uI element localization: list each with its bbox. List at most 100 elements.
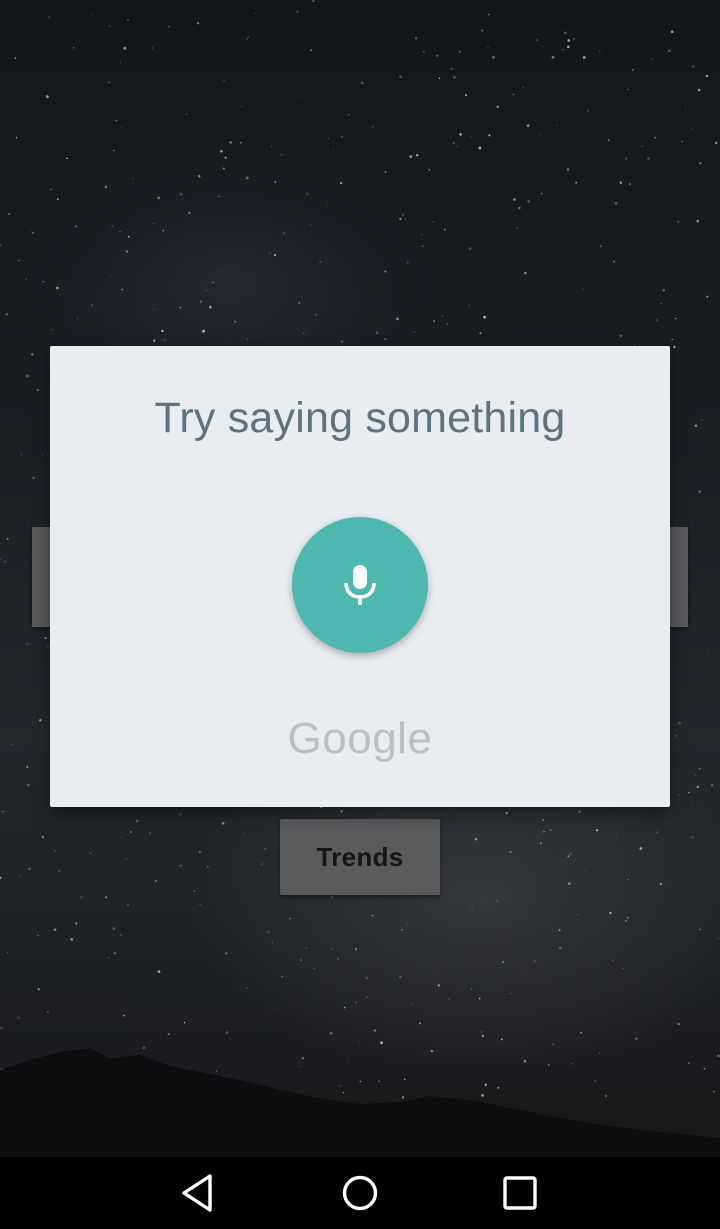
star [48, 16, 50, 18]
star [326, 201, 328, 203]
star [298, 302, 301, 304]
star [464, 93, 468, 97]
star [169, 944, 171, 946]
star [152, 223, 154, 225]
star [539, 134, 541, 136]
star [241, 105, 243, 107]
star [715, 141, 718, 145]
star [705, 74, 709, 78]
star [599, 50, 601, 52]
star [562, 49, 564, 51]
star [677, 220, 680, 224]
star [313, 968, 315, 970]
star [452, 141, 455, 144]
star [135, 819, 139, 823]
star [518, 206, 521, 210]
star [179, 812, 182, 816]
star [656, 831, 659, 834]
star [632, 69, 634, 71]
star [179, 864, 182, 867]
star [2, 810, 4, 813]
star [498, 93, 500, 95]
star [501, 960, 505, 964]
star [163, 339, 166, 342]
star [616, 837, 618, 839]
star [634, 343, 636, 346]
star [269, 252, 271, 254]
star [340, 182, 343, 185]
star [198, 175, 201, 178]
star [587, 110, 589, 112]
star [655, 319, 658, 322]
star [578, 810, 581, 813]
star [699, 928, 701, 931]
star [567, 45, 570, 49]
star [509, 992, 511, 994]
star [540, 842, 542, 844]
star [199, 903, 202, 906]
star [341, 340, 344, 343]
star [699, 162, 702, 165]
star [207, 866, 209, 868]
star [697, 88, 701, 92]
star [123, 46, 127, 50]
back-button[interactable] [178, 1171, 222, 1215]
star [281, 975, 284, 978]
star [660, 303, 662, 305]
star [105, 896, 108, 899]
star [659, 882, 662, 886]
star [283, 232, 285, 234]
star [274, 181, 277, 184]
star [270, 145, 273, 148]
star [273, 253, 277, 257]
microphone-button[interactable] [292, 517, 428, 653]
star [37, 988, 40, 991]
star [305, 947, 307, 949]
star [347, 113, 350, 116]
star [18, 260, 20, 262]
home-icon [342, 1175, 378, 1211]
recents-icon [503, 1176, 537, 1210]
star [384, 270, 387, 273]
star [6, 951, 9, 954]
star [696, 785, 699, 789]
star [694, 774, 696, 776]
star [31, 353, 34, 356]
star [524, 271, 527, 275]
star [612, 959, 615, 962]
star [399, 975, 402, 978]
star [620, 335, 622, 337]
star [247, 35, 250, 38]
star [453, 76, 456, 79]
star [662, 289, 666, 292]
star [199, 300, 203, 303]
star [132, 177, 134, 180]
star [154, 879, 158, 883]
star [670, 30, 674, 34]
star [458, 50, 461, 53]
star [26, 766, 29, 768]
star [218, 195, 220, 198]
star [575, 181, 578, 184]
star [54, 849, 56, 852]
star [6, 538, 9, 540]
star [108, 81, 110, 84]
star [196, 22, 200, 25]
trends-button[interactable]: Trends [280, 819, 440, 895]
home-button[interactable] [338, 1171, 382, 1215]
star [600, 245, 602, 247]
star [487, 47, 489, 49]
star [271, 941, 273, 943]
star [432, 169, 434, 171]
star [681, 140, 683, 143]
star [185, 113, 187, 115]
recents-button[interactable] [498, 1171, 542, 1215]
star [404, 218, 406, 220]
star [112, 149, 115, 152]
star [366, 996, 368, 998]
star [577, 914, 578, 915]
star [27, 783, 30, 787]
star [113, 952, 116, 955]
navigation-bar [0, 1157, 720, 1229]
star [567, 855, 570, 857]
